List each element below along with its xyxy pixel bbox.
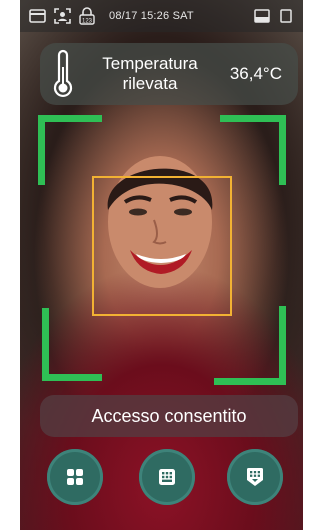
screen-icon [277,8,295,24]
keypad-icon [159,469,175,485]
frame-corner-bottom-right [214,306,286,385]
keypad-shield-icon [247,468,263,486]
datetime: 08/17 15:26 [109,10,170,22]
status-bar: 123 08/17 15:26 SAT [20,0,303,32]
keypad-button[interactable] [139,449,195,505]
status-datetime: 08/17 15:26 SAT [109,10,194,22]
secure-keypad-button[interactable] [227,449,283,505]
menu-button[interactable] [47,449,103,505]
face-detection-box [92,176,232,316]
face-id-icon [53,8,71,24]
image-icon [253,8,271,24]
lock-icon: 123 [78,7,96,25]
weekday: SAT [172,10,194,22]
frame-corner-top-left [38,115,102,185]
device-screen: 123 08/17 15:26 SAT Temperatura rilevata… [20,0,303,530]
temperature-value: 36,4°C [229,64,282,83]
temperature-label: Temperatura rilevata [102,54,198,93]
grid-four-icon [67,469,83,485]
card-icon [28,8,46,24]
temperature-panel: Temperatura rilevata 36,4°C [40,43,298,105]
access-status-banner: Accesso consentito [40,395,298,437]
frame-corner-top-right [220,115,286,185]
access-message: Accesso consentito [91,405,247,426]
thermometer-icon [53,49,73,98]
lock-badge: 123 [82,19,93,25]
status-right-icons [253,8,295,24]
frame-corner-bottom-left [42,308,102,381]
